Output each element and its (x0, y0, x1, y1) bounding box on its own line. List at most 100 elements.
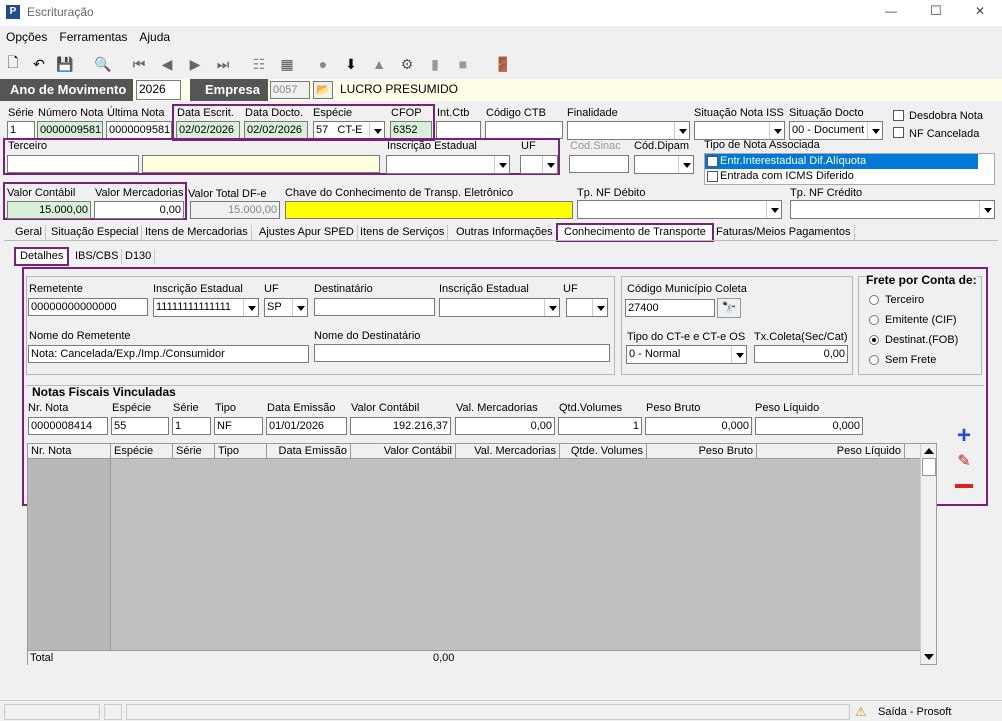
scroll-down-icon[interactable] (924, 654, 934, 660)
scroll-thumb[interactable] (922, 458, 936, 476)
tab-itens-servicos[interactable]: Itens de Serviços (357, 225, 449, 240)
frete-terceiro-radio[interactable] (869, 295, 879, 305)
nf-grid[interactable] (27, 443, 937, 665)
coddipam-select[interactable] (634, 155, 694, 174)
nf-cancelada-checkbox[interactable] (893, 127, 904, 138)
first-icon[interactable]: ⏮ (128, 52, 150, 76)
col-data[interactable]: Data Emissão (267, 444, 351, 459)
nf-input-bruto[interactable]: 0,000 (645, 417, 752, 435)
remetente-input[interactable]: 00000000000000 (28, 298, 148, 316)
terceiro-code[interactable] (7, 155, 139, 173)
nf-input-tipo[interactable]: NF (214, 417, 263, 435)
col-tipo[interactable]: Tipo (215, 444, 267, 459)
tipo-nota-item-2[interactable]: Entrada com ICMS Diferido (720, 170, 854, 183)
frete-emitente-radio[interactable] (869, 315, 879, 325)
tool2-icon[interactable]: ▲ (368, 52, 390, 76)
col-liquido[interactable]: Peso Líquido (757, 444, 905, 459)
ie-rem-select[interactable]: 11111111111111 (153, 298, 259, 317)
dest-input[interactable] (314, 298, 435, 316)
codctb-input[interactable] (485, 121, 563, 139)
tool5-icon[interactable]: ■ (452, 52, 474, 76)
frete-sem-radio[interactable] (869, 355, 879, 365)
nf-input-serie[interactable]: 1 (172, 417, 211, 435)
binoculars-icon[interactable]: 🔭 (717, 298, 741, 318)
last-icon[interactable]: ⏭ (212, 52, 234, 76)
tp-debito-select[interactable] (577, 200, 782, 219)
nf-input-data[interactable]: 01/01/2026 (266, 417, 347, 435)
tool1-icon[interactable]: ● (312, 52, 334, 76)
valor-merc-input[interactable]: 0,00 (94, 201, 184, 219)
nf-input-nrnota[interactable]: 0000008414 (28, 417, 108, 435)
edit-icon[interactable]: ✎ (954, 452, 974, 472)
serie-input[interactable]: 1 (7, 121, 35, 139)
nf-input-liquido[interactable]: 0,000 (755, 417, 863, 435)
nf-grid-vscroll[interactable] (920, 444, 936, 664)
nf-input-valor[interactable]: 192.216,37 (350, 417, 451, 435)
numero-input[interactable]: 0000009581 (37, 121, 103, 139)
tx-coleta-input[interactable]: 0,00 (754, 345, 848, 363)
menu-ajuda[interactable]: Ajuda (133, 28, 176, 46)
frete-destinat-radio[interactable] (869, 335, 879, 345)
tab-situacao-especial[interactable]: Situação Especial (48, 225, 143, 240)
exit-icon[interactable]: 🚪 (492, 52, 514, 76)
col-bruto[interactable]: Peso Bruto (647, 444, 757, 459)
finalidade-select[interactable] (567, 121, 690, 140)
col-valor[interactable]: Valor Contábil (351, 444, 456, 459)
tp-credito-select[interactable] (790, 200, 995, 219)
calc-icon[interactable]: ▦ (276, 52, 298, 76)
tab-geral[interactable]: Geral (12, 225, 46, 240)
desdobra-checkbox[interactable] (893, 110, 904, 121)
tab-faturas[interactable]: Faturas/Meios Pagamentos (713, 225, 855, 240)
uf-rem-select[interactable]: SP (264, 298, 308, 317)
col-merc[interactable]: Val. Mercadorias (456, 444, 560, 459)
nf-input-vol[interactable]: 1 (558, 417, 642, 435)
tipo-cte-select[interactable]: 0 - Normal (626, 345, 747, 364)
next-icon[interactable]: ▶ (184, 52, 206, 76)
minimize-button[interactable]: — (885, 5, 897, 18)
tool3-icon[interactable]: ⚙ (396, 52, 418, 76)
tipo-nota-item-1[interactable]: Entr.Interestadual Dif.Alíquota (720, 155, 866, 168)
tree-icon[interactable]: ☷ (248, 52, 270, 76)
folder-icon[interactable]: 📂 (313, 81, 333, 99)
tab-itens-mercadorias[interactable]: Itens de Mercadorias (142, 225, 252, 240)
scroll-up-icon[interactable] (924, 448, 934, 454)
preview-icon[interactable]: 🔍 (92, 52, 114, 76)
tipo-nota-checkbox-2[interactable] (707, 171, 718, 182)
col-serie[interactable]: Série (173, 444, 215, 459)
intctb-input[interactable] (436, 121, 481, 139)
tipo-nota-checkbox-1[interactable] (707, 156, 718, 167)
close-button[interactable]: ✕ (975, 5, 985, 18)
empresa-code[interactable]: 0057 (270, 81, 310, 99)
download-icon[interactable]: ⬇ (340, 52, 362, 76)
uf-select[interactable] (520, 155, 558, 174)
subtab-ibs-cbs[interactable]: IBS/CBS (72, 249, 123, 264)
undo-icon[interactable]: ↶ (28, 52, 50, 76)
valor-contabil-input[interactable]: 15.000,00 (7, 201, 91, 219)
nome-dest-input[interactable] (314, 344, 610, 362)
tab-outras-informacoes[interactable]: Outras Informações (453, 225, 557, 240)
save-icon[interactable]: 💾 (54, 52, 76, 76)
maximize-button[interactable]: ☐ (930, 4, 942, 17)
sit-iss-select[interactable] (694, 121, 785, 140)
remove-icon[interactable] (955, 484, 973, 488)
terceiro-name[interactable] (142, 155, 380, 173)
menu-opcoes[interactable]: Opções (0, 28, 53, 46)
tipo-nota-list[interactable]: Entr.Interestadual Dif.Alíquota Entrada … (704, 153, 995, 185)
nf-input-merc[interactable]: 0,00 (455, 417, 555, 435)
tab-ajustes-sped[interactable]: Ajustes Apur SPED (256, 225, 358, 240)
chave-input[interactable] (285, 201, 573, 219)
sit-docto-select[interactable]: 00 - Document (789, 121, 883, 140)
subtab-detalhes[interactable]: Detalhes (14, 247, 70, 266)
codsinac-input[interactable] (569, 155, 629, 173)
nf-input-especie[interactable]: 55 (111, 417, 169, 435)
ano-input[interactable]: 2026 (136, 80, 181, 100)
new-icon[interactable]: 🗋 (2, 52, 24, 76)
tool4-icon[interactable]: ▮ (424, 52, 446, 76)
subtab-d130[interactable]: D130 (122, 249, 156, 264)
menu-ferramentas[interactable]: Ferramentas (53, 28, 133, 46)
nome-rem-input[interactable]: Nota: Cancelada/Exp./Imp./Consumidor (28, 345, 309, 363)
ie-select[interactable] (386, 155, 510, 174)
prev-icon[interactable]: ◀ (156, 52, 178, 76)
add-icon[interactable]: + (954, 424, 974, 448)
ie-dest-select[interactable] (439, 298, 560, 317)
